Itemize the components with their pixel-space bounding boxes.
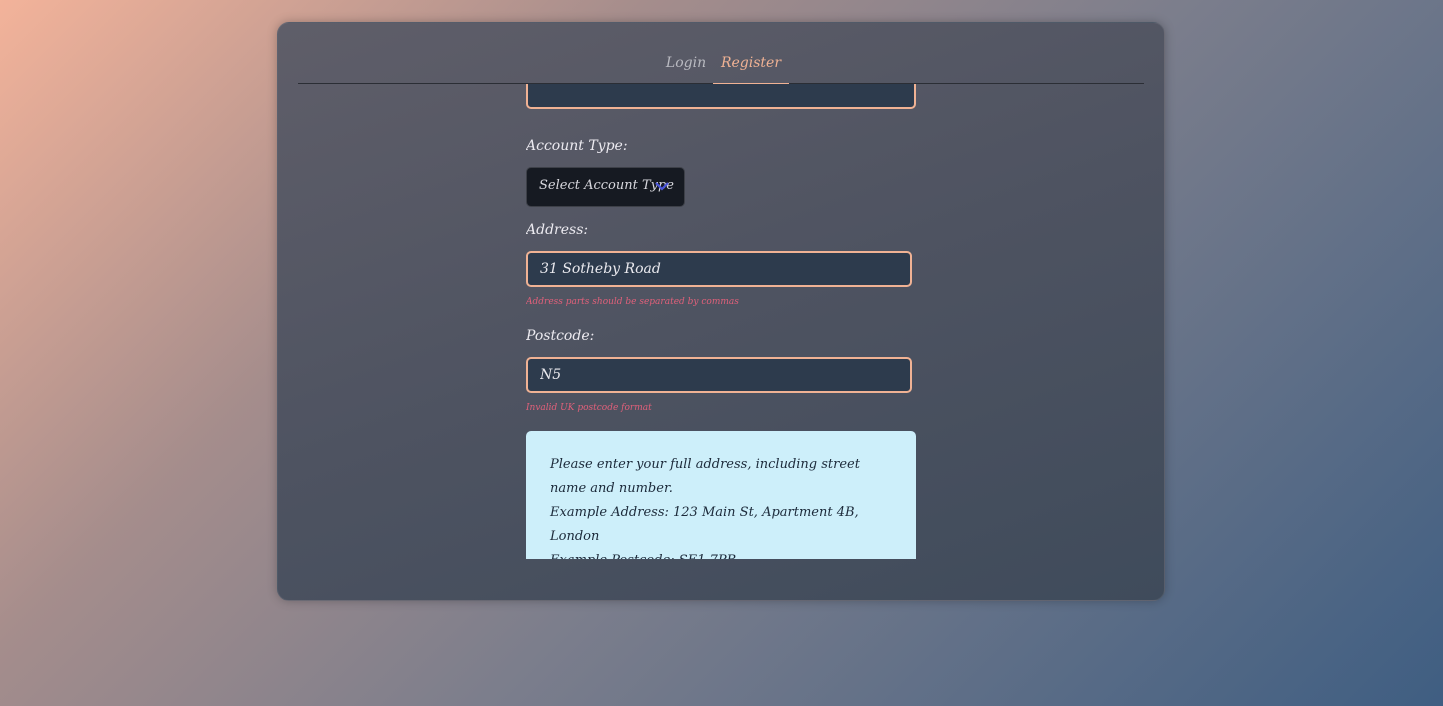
previous-field-input[interactable] bbox=[526, 84, 916, 109]
tab-login[interactable]: Login bbox=[663, 47, 709, 83]
postcode-label: Postcode: bbox=[526, 328, 595, 344]
info-example-address: Example Address: 123 Main St, Apartment … bbox=[550, 505, 859, 544]
register-form: Account Type: Select Account Type Addres… bbox=[526, 84, 916, 559]
postcode-input[interactable] bbox=[526, 357, 912, 393]
account-type-label: Account Type: bbox=[526, 138, 628, 154]
address-error: Address parts should be separated by com… bbox=[526, 297, 739, 307]
address-input[interactable] bbox=[526, 251, 912, 287]
address-info-box: Please enter your full address, includin… bbox=[526, 431, 916, 559]
info-example-postcode: Example Postcode: SE1 7PB bbox=[550, 549, 892, 559]
postcode-error: Invalid UK postcode format bbox=[526, 403, 652, 413]
tab-register[interactable]: Register bbox=[713, 47, 789, 84]
auth-tabs: Login Register bbox=[298, 47, 1144, 84]
account-type-select[interactable]: Select Account Type bbox=[526, 167, 685, 207]
auth-card: Login Register Account Type: Select Acco… bbox=[277, 22, 1165, 601]
address-label: Address: bbox=[526, 222, 589, 238]
chevron-down-icon bbox=[655, 182, 669, 191]
info-instruction: Please enter your full address, includin… bbox=[550, 457, 860, 496]
